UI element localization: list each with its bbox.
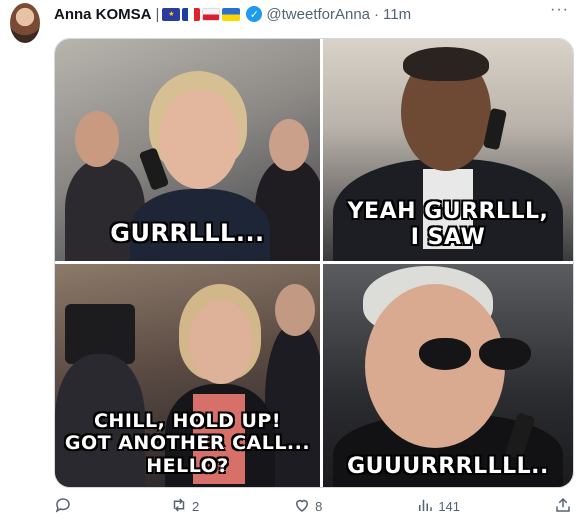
panel-4-caption: GUUURRRLLLL..	[347, 454, 549, 479]
panel-3-caption: CHILL, HOLD UP! GOT ANOTHER CALL... HELL…	[55, 410, 320, 477]
author-name[interactable]: Anna KOMSA	[54, 6, 152, 23]
more-options-icon[interactable]: ···	[550, 2, 568, 22]
views-button[interactable]: 141	[416, 496, 460, 516]
background-face	[75, 111, 119, 167]
sunglasses-icon	[419, 338, 471, 370]
tweet-actions: 2 8 141	[54, 496, 572, 516]
share-icon	[554, 496, 572, 517]
retweet-count: 2	[191, 498, 200, 514]
meme-panel-3[interactable]: CHILL, HOLD UP! GOT ANOTHER CALL... HELL…	[55, 264, 320, 487]
meme-panel-4[interactable]: GUUURRRLLLL..	[323, 264, 573, 487]
panel-1-caption: GURRLLL...	[110, 219, 265, 247]
tweet-header: Anna KOMSA | ★ ✓ @tweetforAnna · 11m	[54, 4, 562, 24]
meme-panel-1[interactable]: GURRLLL...	[55, 39, 320, 261]
background-face	[269, 119, 309, 171]
reply-icon	[54, 496, 72, 517]
meme-panel-2[interactable]: YEAH GURRLLL, I SAW	[323, 39, 573, 261]
reply-button[interactable]	[54, 496, 76, 516]
pl-flag-icon	[202, 7, 221, 21]
panel-2-caption-line-2: I SAW	[410, 224, 486, 250]
like-count: 8	[315, 498, 323, 514]
man-hair	[403, 47, 489, 81]
ua-flag-icon	[222, 7, 241, 21]
retweet-icon	[170, 496, 188, 517]
view-count: 141	[438, 498, 461, 514]
verified-badge-icon[interactable]: ✓	[246, 6, 263, 22]
tweet-time[interactable]: 11m	[383, 6, 411, 23]
panel-3-caption-line-1: CHILL, HOLD UP!	[93, 410, 282, 432]
like-button[interactable]: 8	[293, 496, 322, 516]
sunglasses-icon	[479, 338, 531, 370]
author-handle[interactable]: @tweetforAnna	[266, 6, 370, 23]
background-face	[275, 284, 315, 336]
panel-3-caption-line-2: GOT ANOTHER CALL...	[64, 432, 311, 455]
tweet-media[interactable]: GURRLLL... YEAH GURRLLL, I SAW CHILL, HO…	[54, 38, 574, 488]
panel-3-caption-line-3: HELLO?	[146, 454, 229, 477]
dot-separator: ·	[374, 5, 380, 23]
panel-2-caption: YEAH GURRLLL, I SAW	[323, 199, 573, 251]
bar-chart-icon	[416, 496, 434, 517]
retweet-button[interactable]: 2	[170, 496, 199, 516]
avatar[interactable]	[10, 3, 40, 43]
woman-face	[189, 300, 253, 384]
panel-2-caption-line-1: YEAH GURRLLL,	[347, 199, 549, 224]
name-separator: |	[155, 5, 160, 23]
heart-icon	[293, 496, 311, 517]
woman-face	[159, 89, 239, 189]
eu-flag-icon: ★	[162, 7, 181, 21]
share-button[interactable]	[554, 496, 572, 516]
fr-flag-icon	[182, 7, 201, 21]
